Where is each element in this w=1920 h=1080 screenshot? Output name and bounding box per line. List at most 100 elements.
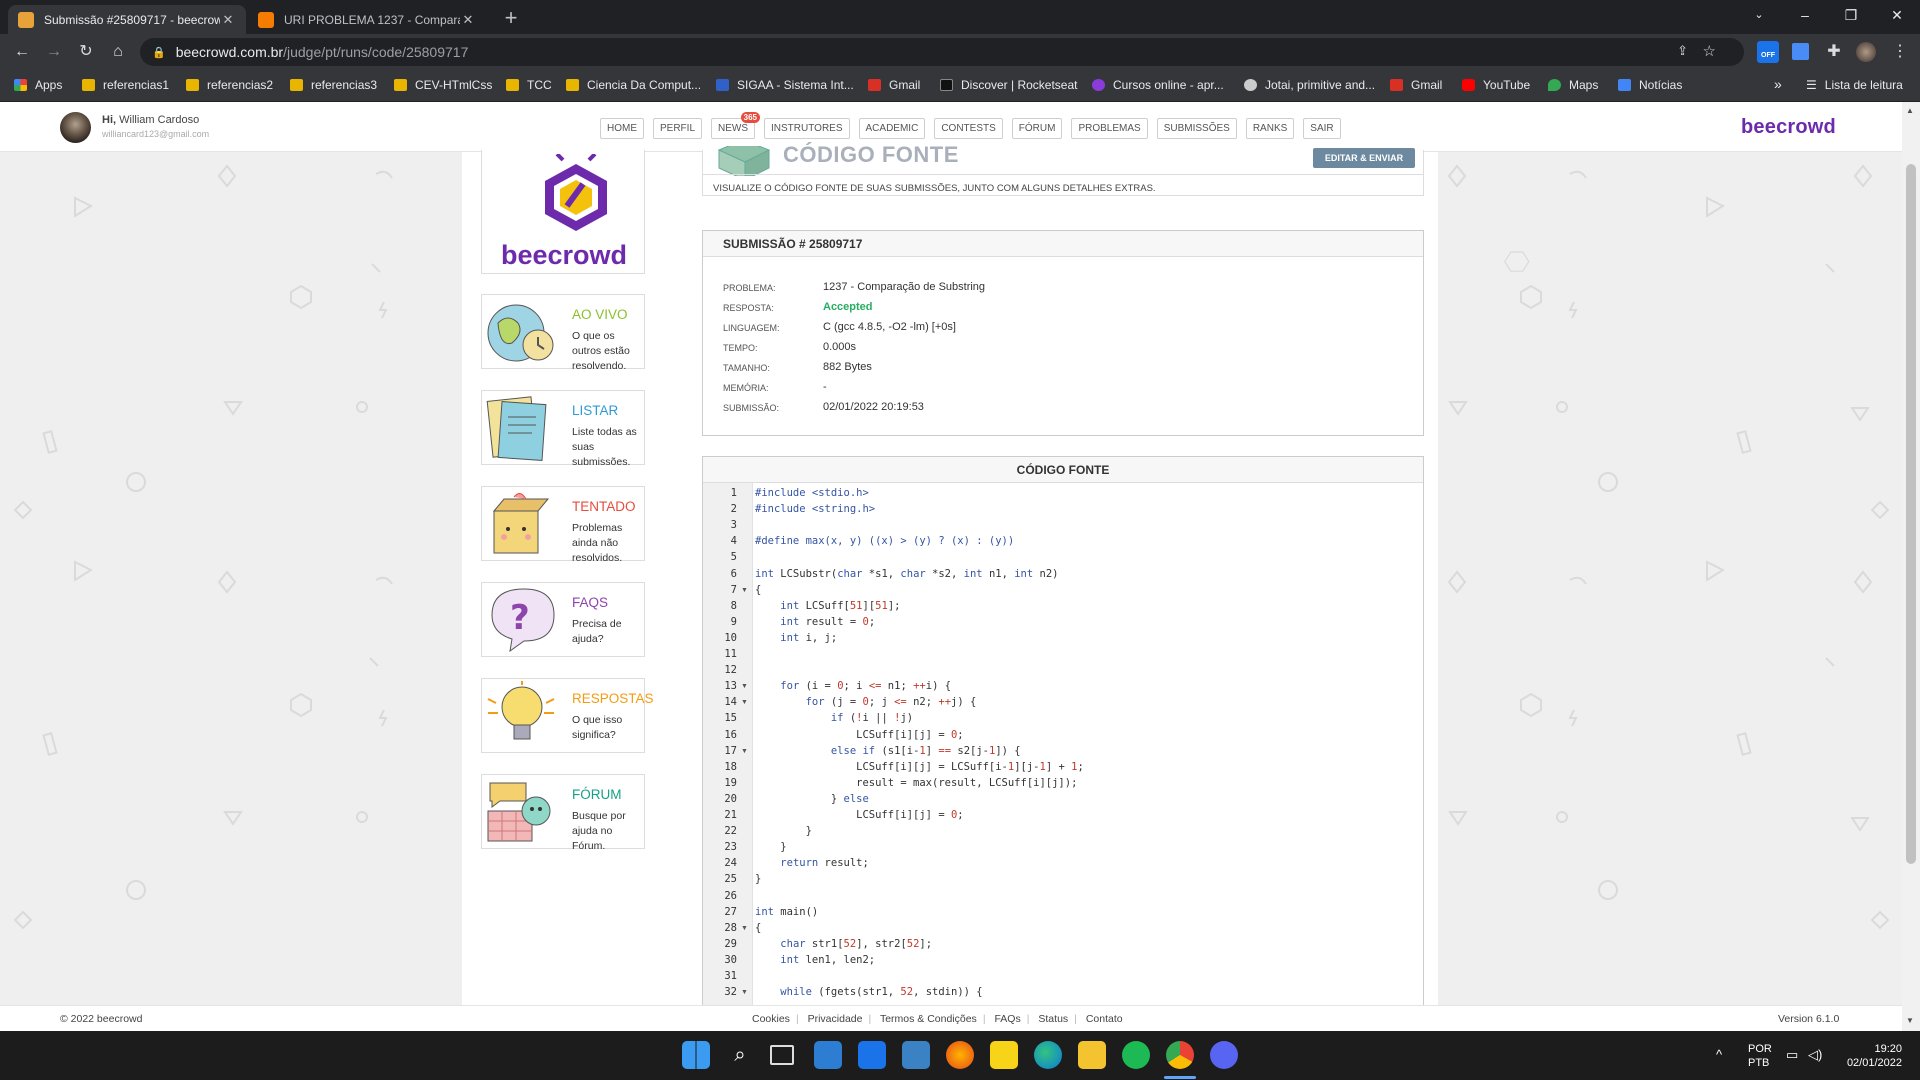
share-icon[interactable]: ⇪	[1677, 43, 1688, 59]
code-line[interactable]: result = max(result, LCSuff[i][j]);	[755, 777, 1077, 789]
code-line[interactable]: while (fgets(str1, 52, stdin)) {	[755, 986, 982, 998]
code-line[interactable]: if (!i || !j)	[755, 712, 913, 724]
clock[interactable]: 19:20 02/01/2022	[1842, 1042, 1902, 1070]
reading-list-button[interactable]: ☰ Lista de leitura	[1806, 78, 1903, 92]
footer-link-privacidade[interactable]: Privacidade	[808, 1013, 863, 1025]
nav-academic[interactable]: ACADEMIC	[858, 118, 926, 139]
spotify-icon[interactable]	[1122, 1041, 1150, 1069]
close-tab-icon[interactable]: ✕	[220, 12, 236, 28]
task-view-icon[interactable]	[770, 1045, 794, 1065]
fold-toggle-icon[interactable]: ▼	[741, 989, 748, 996]
address-bar[interactable]: 🔒 beecrowd.com.br/judge/pt/runs/code/258…	[140, 38, 1744, 66]
discord-icon[interactable]	[1210, 1041, 1238, 1069]
bookmark-maps[interactable]: Maps	[1548, 78, 1598, 92]
sidebar-card-listar[interactable]: LISTAR Liste todas as suas submissões.	[481, 390, 645, 468]
code-line[interactable]: for (i = 0; i <= n1; ++i) {	[755, 680, 951, 692]
code-line[interactable]: LCSuff[i][j] = 0;	[755, 729, 963, 741]
bookmark-tcc[interactable]: TCC	[506, 78, 552, 92]
scrollbar-thumb[interactable]	[1906, 164, 1916, 864]
code-line[interactable]: }	[755, 873, 761, 885]
footer-link-cookies[interactable]: Cookies	[752, 1013, 790, 1025]
bookmark-sigaa[interactable]: SIGAA - Sistema Int...	[716, 78, 854, 92]
footer-link-status[interactable]: Status	[1038, 1013, 1068, 1025]
bookmark-rocketseat[interactable]: Discover | Rocketseat	[940, 78, 1078, 92]
search-icon[interactable]: ⌕	[726, 1041, 754, 1069]
tray-chevron-icon[interactable]: ^	[1716, 1047, 1722, 1062]
nav-contests[interactable]: CONTESTS	[934, 118, 1003, 139]
more-bookmarks-icon[interactable]: »	[1774, 76, 1782, 92]
extension-off-icon[interactable]: OFF	[1757, 41, 1779, 63]
bookmark-cursos[interactable]: Cursos online - apr...	[1092, 78, 1224, 92]
detail-value-problema[interactable]: 1237 - Comparação de Substring	[823, 281, 985, 293]
scroll-down-icon[interactable]: ▼	[1906, 1016, 1914, 1025]
windows-start-icon[interactable]	[682, 1041, 710, 1069]
sidebar-card-forum[interactable]: FÓRUM Busque por ajuda no Fórum.	[481, 774, 645, 852]
footer-link-faqs[interactable]: FAQs	[994, 1013, 1020, 1025]
code-line[interactable]: for (j = 0; j <= n2; ++j) {	[755, 696, 977, 708]
code-line[interactable]: char str1[52], str2[52];	[755, 938, 932, 950]
code-line[interactable]: LCSuff[i][j] = LCSuff[i-1][j-1] + 1;	[755, 761, 1084, 773]
file-explorer-icon[interactable]	[1078, 1041, 1106, 1069]
bookmark-referencias3[interactable]: referencias3	[290, 78, 377, 92]
beecrowd-logo-card[interactable]: beecrowd	[481, 150, 645, 274]
bookmark-noticias[interactable]: Notícias	[1618, 78, 1682, 92]
code-line[interactable]: #include <stdio.h>	[755, 487, 869, 499]
extensions-puzzle-icon[interactable]: ✚	[1822, 40, 1846, 64]
bookmark-ciencia[interactable]: Ciencia Da Comput...	[566, 78, 701, 92]
translate-extension-icon[interactable]	[1792, 43, 1809, 60]
code-line[interactable]: int LCSubstr(char *s1, char *s2, int n1,…	[755, 568, 1059, 580]
nav-perfil[interactable]: PERFIL	[653, 118, 703, 139]
volume-icon[interactable]: ◁)	[1808, 1047, 1822, 1063]
menu-kebab-icon[interactable]: ⋮	[1888, 40, 1912, 64]
code-line[interactable]: } else	[755, 793, 869, 805]
bookmark-apps[interactable]: Apps	[14, 78, 62, 92]
code-line[interactable]: else if (s1[i-1] == s2[j-1]) {	[755, 745, 1021, 757]
restore-icon[interactable]: ❐	[1828, 0, 1874, 30]
mail-icon[interactable]	[858, 1041, 886, 1069]
widgets-icon[interactable]	[814, 1041, 842, 1069]
code-line[interactable]: int i, j;	[755, 632, 837, 644]
tab-search-icon[interactable]: ⌄	[1736, 0, 1782, 30]
reload-icon[interactable]: ↻	[74, 40, 98, 64]
firefox-icon[interactable]	[946, 1041, 974, 1069]
network-icon[interactable]: ▭	[1786, 1047, 1798, 1063]
code-line[interactable]: }	[755, 825, 812, 837]
bookmark-referencias2[interactable]: referencias2	[186, 78, 273, 92]
fold-toggle-icon[interactable]: ▼	[741, 699, 748, 706]
profile-avatar-icon[interactable]	[1856, 42, 1876, 62]
fold-toggle-icon[interactable]: ▼	[741, 587, 748, 594]
sidebar-card-faqs[interactable]: ? FAQS Precisa de ajuda?	[481, 582, 645, 657]
code-line[interactable]: int result = 0;	[755, 616, 875, 628]
fold-toggle-icon[interactable]: ▼	[741, 683, 748, 690]
nav-forum[interactable]: FÓRUM	[1011, 118, 1063, 139]
sidebar-card-ao-vivo[interactable]: AO VIVO O que os outros estão resolvendo…	[481, 294, 645, 372]
page-scrollbar[interactable]: ▲ ▼	[1902, 102, 1920, 1031]
sidebar-card-tentado[interactable]: TENTADO Problemas ainda não resolvidos.	[481, 486, 645, 564]
bookmark-gmail-2[interactable]: Gmail	[1390, 78, 1442, 92]
nav-submissoes[interactable]: SUBMISSÕES	[1156, 118, 1237, 139]
fold-toggle-icon[interactable]: ▼	[741, 925, 748, 932]
nav-ranks[interactable]: RANKS	[1245, 118, 1295, 139]
brand-logo[interactable]: beecrowd	[1741, 116, 1836, 139]
bookmark-cev-htmlcss[interactable]: CEV-HTmlCss	[394, 78, 492, 92]
code-line[interactable]: int LCSuff[51][51];	[755, 600, 900, 612]
minimize-icon[interactable]: –	[1782, 0, 1828, 30]
back-icon[interactable]: ←	[10, 40, 34, 64]
code-line[interactable]: int main()	[755, 906, 818, 918]
store-icon[interactable]	[902, 1041, 930, 1069]
nav-home[interactable]: HOME	[600, 118, 644, 139]
sidebar-card-respostas[interactable]: RESPOSTAS O que isso significa?	[481, 678, 654, 753]
code-line[interactable]: int len1, len2;	[755, 954, 875, 966]
bookmark-youtube[interactable]: YouTube	[1462, 78, 1530, 92]
home-icon[interactable]: ⌂	[106, 40, 130, 64]
code-line[interactable]: #define max(x, y) ((x) > (y) ? (x) : (y)…	[755, 535, 1014, 547]
nav-problemas[interactable]: PROBLEMAS	[1071, 118, 1148, 139]
code-line[interactable]: {	[755, 584, 761, 596]
edge-icon[interactable]	[1034, 1041, 1062, 1069]
code-line[interactable]: {	[755, 922, 761, 934]
close-tab-icon[interactable]: ✕	[460, 12, 476, 28]
language-indicator[interactable]: POR PTB	[1748, 1042, 1772, 1070]
avatar[interactable]	[60, 112, 91, 143]
user-name[interactable]: William Cardoso	[119, 114, 199, 126]
close-window-icon[interactable]: ✕	[1874, 0, 1920, 30]
